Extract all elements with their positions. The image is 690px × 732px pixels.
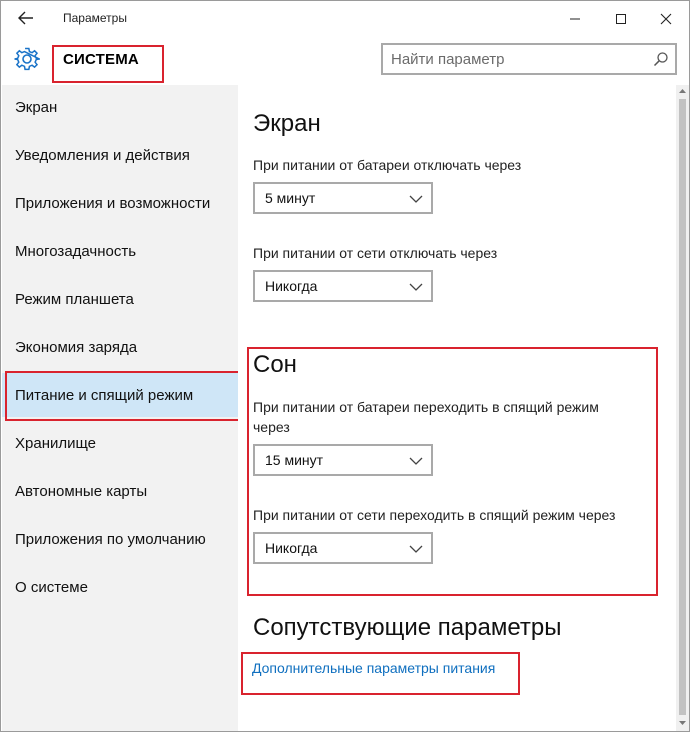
gear-icon (14, 47, 40, 71)
section-title-related: Сопутствующие параметры (253, 614, 562, 641)
chevron-up-icon (679, 89, 686, 93)
screen-battery-label: При питании от батареи отключать через (253, 157, 522, 173)
window-title: Параметры (63, 11, 127, 25)
sidebar-item-label: Хранилище (15, 434, 96, 452)
chevron-down-icon (409, 195, 423, 203)
minimize-button[interactable] (555, 5, 595, 33)
sidebar-item-multitasking[interactable]: Многозадачность (2, 229, 238, 273)
dropdown-value: 5 минут (265, 190, 316, 206)
sidebar-item-label: О системе (15, 578, 88, 596)
search-icon[interactable] (653, 51, 669, 67)
scroll-down-button[interactable] (676, 717, 689, 729)
chevron-down-icon (409, 283, 423, 291)
screen-ac-label: При питании от сети отключать через (253, 245, 498, 261)
highlight-frame-sleep (247, 347, 658, 596)
sidebar-item-about[interactable]: О системе (2, 565, 238, 609)
sidebar-item-notifications[interactable]: Уведомления и действия (2, 133, 238, 177)
sidebar-item-label: Режим планшета (15, 290, 134, 308)
chevron-down-icon (679, 721, 686, 725)
close-icon (660, 13, 672, 25)
back-button[interactable] (11, 5, 41, 31)
back-arrow-icon (18, 11, 33, 25)
sidebar-item-storage[interactable]: Хранилище (2, 421, 238, 465)
maximize-icon (616, 14, 626, 24)
sidebar-item-label: Экран (15, 98, 58, 116)
scrollbar[interactable] (676, 85, 689, 731)
settings-window: Параметры СИСТЕМА Найти параметр Экран У… (0, 0, 690, 732)
sidebar-item-tablet-mode[interactable]: Режим планшета (2, 277, 238, 321)
sidebar-item-battery-saver[interactable]: Экономия заряда (2, 325, 238, 369)
sidebar-item-label: Приложения по умолчанию (15, 530, 206, 548)
scroll-thumb[interactable] (679, 99, 686, 715)
screen-ac-dropdown[interactable]: Никогда (253, 270, 433, 302)
highlight-frame-system (52, 45, 164, 83)
sidebar-item-default-apps[interactable]: Приложения по умолчанию (2, 517, 238, 561)
search-box[interactable] (381, 43, 677, 75)
screen-battery-dropdown[interactable]: 5 минут (253, 182, 433, 214)
section-title-screen: Экран (253, 110, 321, 137)
sidebar-item-label: Многозадачность (15, 242, 137, 260)
search-input[interactable] (391, 50, 641, 68)
maximize-button[interactable] (601, 5, 641, 33)
scroll-up-button[interactable] (676, 85, 689, 97)
highlight-frame-link (241, 652, 520, 695)
highlight-frame-power-sleep (5, 371, 241, 421)
sidebar-item-label: Приложения и возможности (15, 194, 211, 212)
close-button[interactable] (646, 5, 686, 33)
title-bar: Параметры (1, 1, 689, 37)
sidebar-item-screen[interactable]: Экран (2, 85, 238, 129)
sidebar-item-offline-maps[interactable]: Автономные карты (2, 469, 238, 513)
minimize-icon (570, 18, 580, 20)
sidebar-item-label: Уведомления и действия (15, 146, 190, 164)
dropdown-value: Никогда (265, 278, 318, 294)
sidebar-item-apps-features[interactable]: Приложения и возможности (2, 181, 238, 225)
sidebar-item-label: Экономия заряда (15, 338, 138, 356)
sidebar-item-label: Автономные карты (15, 482, 148, 500)
